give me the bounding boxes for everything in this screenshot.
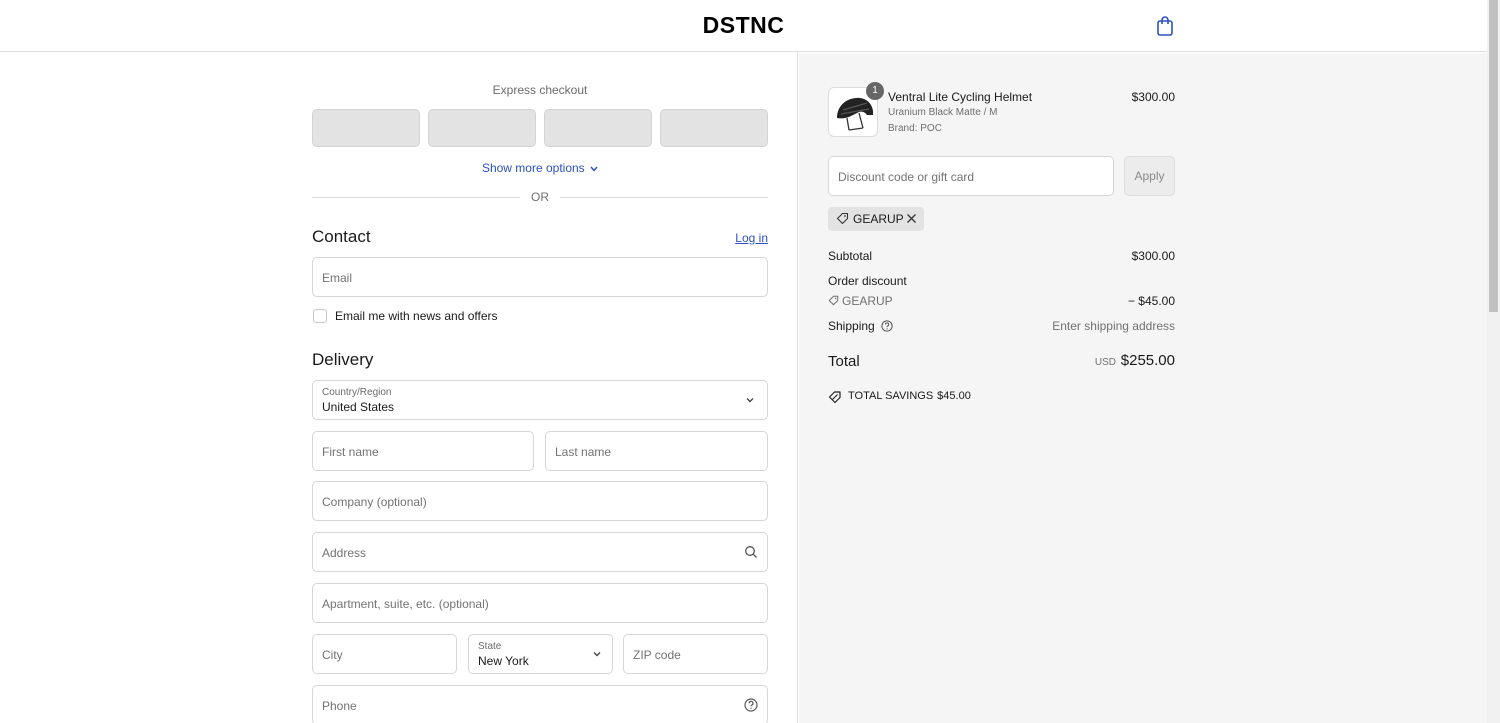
shipping-value: Enter shipping address	[1052, 319, 1175, 333]
shipping-row: Shipping	[828, 319, 893, 333]
order-summary-pane	[799, 53, 1487, 723]
total-label: Total	[828, 353, 860, 370]
show-more-options-link[interactable]: Show more options	[312, 161, 768, 175]
first-name-placeholder: First name	[322, 445, 379, 459]
subtotal-value: $300.00	[1131, 249, 1175, 263]
tag-icon	[836, 212, 849, 225]
product-name: Ventral Lite Cycling Helmet	[888, 90, 1033, 104]
search-icon	[745, 546, 757, 558]
help-icon[interactable]	[881, 320, 893, 332]
last-name-placeholder: Last name	[555, 445, 612, 459]
scrollbar-thumb[interactable]	[1489, 0, 1498, 312]
divider-right	[560, 197, 768, 198]
country-label: Country/Region	[322, 387, 392, 398]
savings-tag-icon	[828, 391, 841, 404]
phone-placeholder: Phone	[322, 699, 357, 713]
newsletter-label: Email me with news and offers	[335, 309, 498, 323]
zip-field[interactable]: ZIP code	[623, 634, 768, 674]
newsletter-checkbox[interactable]	[313, 309, 327, 323]
apply-discount-button[interactable]: Apply	[1124, 156, 1175, 196]
total-currency: USD	[1094, 357, 1116, 368]
express-pay-button-4[interactable]	[660, 109, 768, 147]
address-field[interactable]: Address	[312, 532, 768, 572]
applied-discount-code: GEARUP	[853, 212, 904, 226]
divider-left	[312, 197, 520, 198]
company-placeholder: Company (optional)	[322, 495, 427, 509]
discount-code-input[interactable]: Discount code or gift card	[828, 156, 1114, 196]
chevron-down-icon	[746, 398, 754, 403]
savings-value: $45.00	[937, 390, 971, 402]
email-field[interactable]: Email	[312, 257, 768, 297]
apartment-field[interactable]: Apartment, suite, etc. (optional)	[312, 583, 768, 623]
delivery-heading: Delivery	[312, 350, 374, 369]
quantity-badge: 1	[866, 82, 884, 100]
contact-heading: Contact	[312, 227, 371, 246]
discount-placeholder: Discount code or gift card	[838, 170, 975, 184]
total-value: $255.00	[1120, 352, 1175, 369]
state-label: State	[478, 641, 502, 652]
or-divider-label: OR	[531, 190, 549, 204]
state-value: New York	[478, 654, 529, 668]
country-value: United States	[322, 400, 395, 414]
applied-discount-chip: GEARUP	[828, 207, 924, 231]
product-variant: Uranium Black Matte / M	[888, 107, 998, 118]
express-pay-button-1[interactable]	[312, 109, 420, 147]
shopping-bag-icon[interactable]	[1156, 16, 1174, 36]
state-select[interactable]: State New York	[468, 634, 613, 674]
help-icon[interactable]	[744, 698, 758, 712]
discount-code-row: GEARUP	[828, 294, 893, 308]
zip-placeholder: ZIP code	[633, 648, 681, 662]
tag-icon	[828, 295, 839, 306]
shipping-label: Shipping	[828, 319, 875, 333]
subtotal-label: Subtotal	[828, 249, 873, 263]
brand-logo[interactable]: DSTNC	[0, 12, 1487, 39]
login-link[interactable]: Log in	[700, 231, 768, 245]
country-select[interactable]: Country/Region United States	[312, 380, 768, 420]
show-more-label: Show more options	[481, 161, 585, 175]
city-field[interactable]: City	[312, 634, 457, 674]
chevron-down-icon	[593, 652, 601, 657]
address-placeholder: Address	[322, 546, 367, 560]
order-discount-label: Order discount	[828, 274, 907, 288]
remove-discount-icon[interactable]	[906, 213, 917, 224]
product-price: $300.00	[1131, 90, 1175, 104]
savings-label: TOTAL SAVINGS	[848, 390, 934, 402]
express-checkout-title: Express checkout	[492, 83, 588, 97]
product-brand: Brand: POC	[888, 123, 942, 134]
last-name-field[interactable]: Last name	[545, 431, 768, 471]
company-field[interactable]: Company (optional)	[312, 481, 768, 521]
chevron-down-icon	[590, 166, 598, 172]
discount-code-label: GEARUP	[842, 294, 893, 308]
first-name-field[interactable]: First name	[312, 431, 534, 471]
express-pay-button-3[interactable]	[544, 109, 652, 147]
email-placeholder: Email	[322, 271, 353, 285]
header: DSTNC	[0, 0, 1487, 52]
discount-value: − $45.00	[1127, 294, 1175, 308]
total-savings: TOTAL SAVINGS $45.00	[848, 390, 971, 402]
city-placeholder: City	[322, 648, 343, 662]
express-pay-button-2[interactable]	[428, 109, 536, 147]
apartment-placeholder: Apartment, suite, etc. (optional)	[322, 597, 489, 611]
phone-field[interactable]: Phone	[312, 685, 768, 723]
